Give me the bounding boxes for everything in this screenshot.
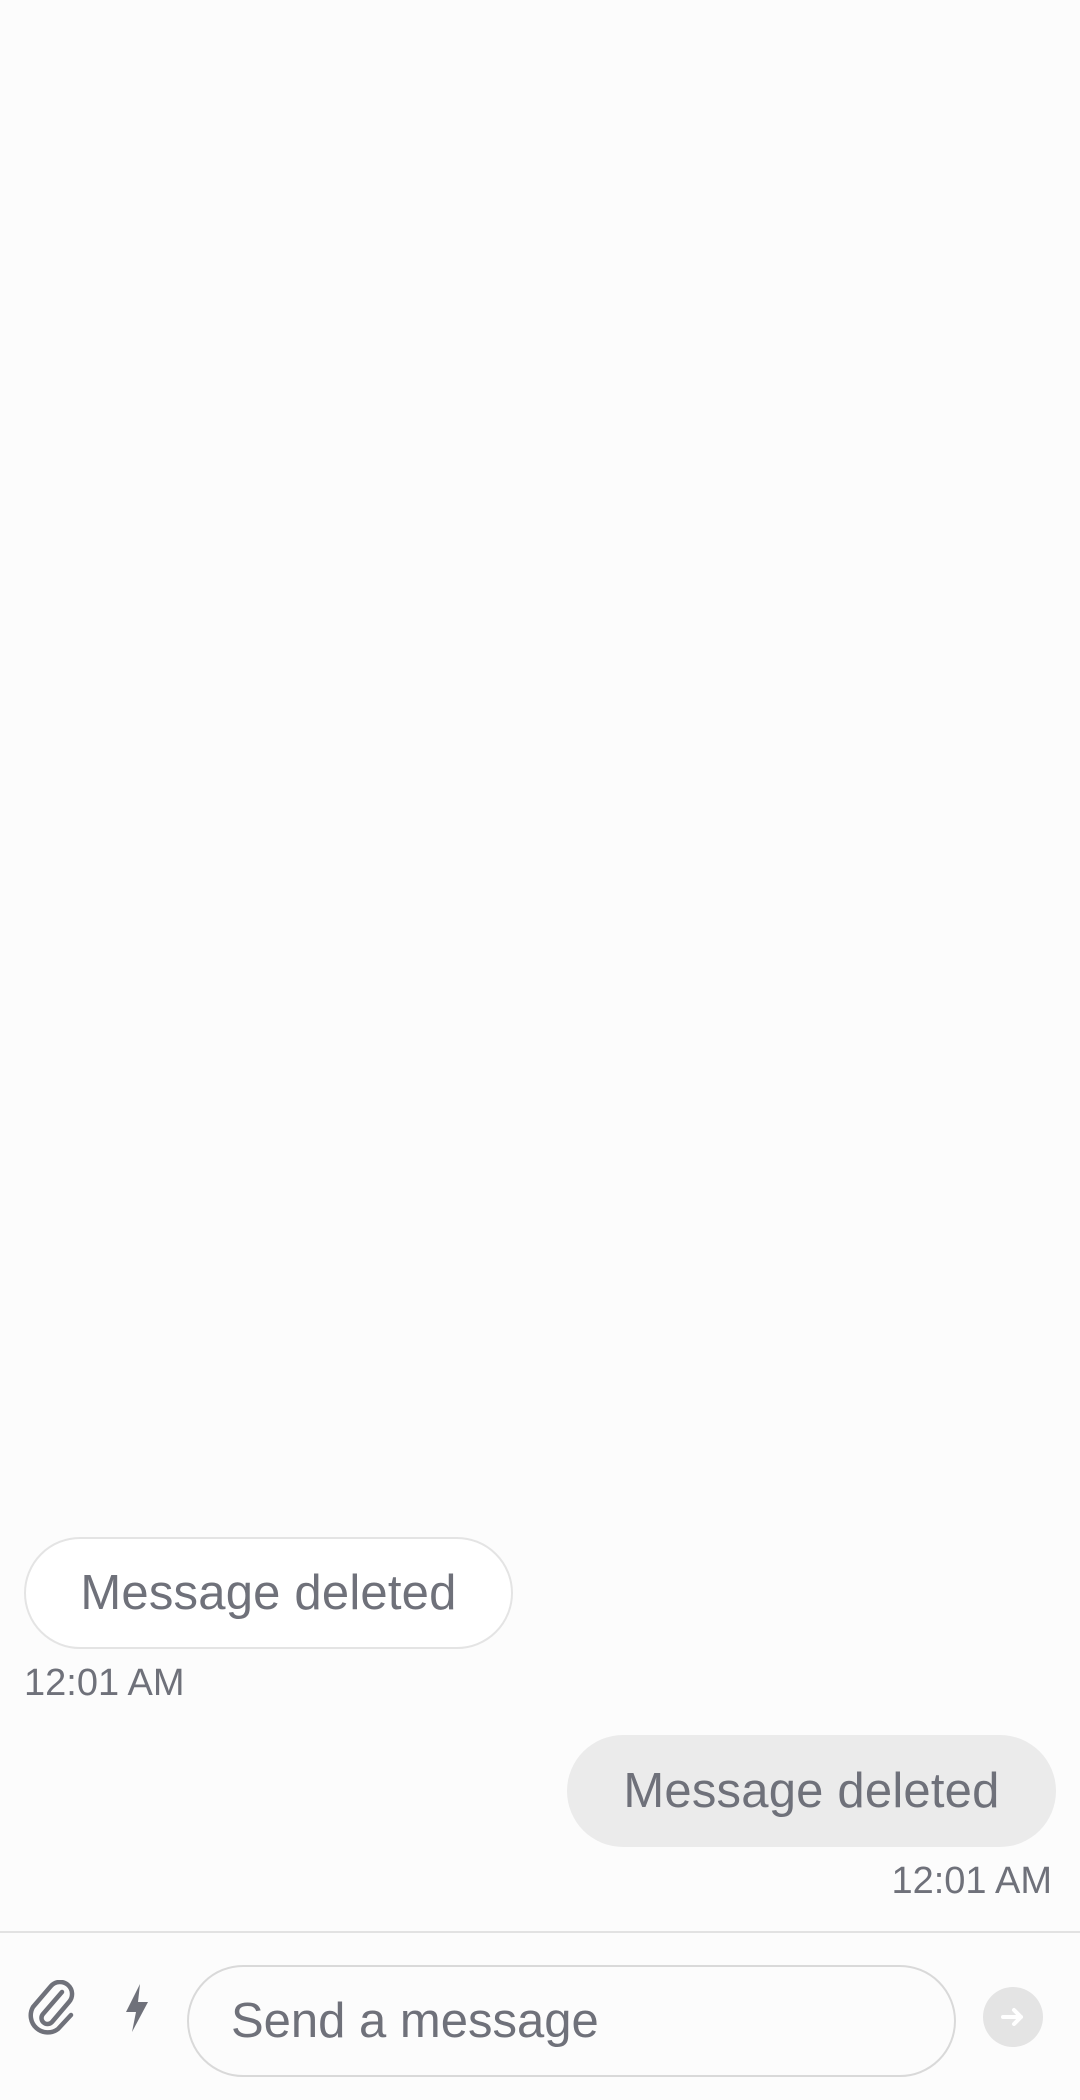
message-composer — [0, 1931, 1080, 2100]
message-timestamp: 12:01 AM — [24, 1662, 185, 1704]
outgoing-message-bubble[interactable]: Message deleted — [567, 1735, 1056, 1847]
attach-button[interactable] — [20, 1975, 86, 2041]
message-list[interactable]: Message deleted 12:01 AM Message deleted… — [0, 0, 1080, 1930]
arrow-right-icon — [1001, 2008, 1023, 2026]
quick-reply-button[interactable] — [112, 1975, 162, 2041]
incoming-message-bubble[interactable]: Message deleted — [24, 1537, 513, 1649]
send-button[interactable] — [983, 1987, 1043, 2047]
message-text: Message deleted — [623, 1764, 1000, 1818]
message-input[interactable] — [229, 1992, 954, 2050]
message-text: Message deleted — [80, 1566, 457, 1620]
message-timestamp: 12:01 AM — [891, 1860, 1052, 1902]
message-input-container — [187, 1965, 956, 2077]
lightning-bolt-icon — [126, 1984, 148, 2032]
chat-screen: Message deleted 12:01 AM Message deleted… — [0, 0, 1080, 2100]
paperclip-icon — [28, 1980, 75, 2035]
